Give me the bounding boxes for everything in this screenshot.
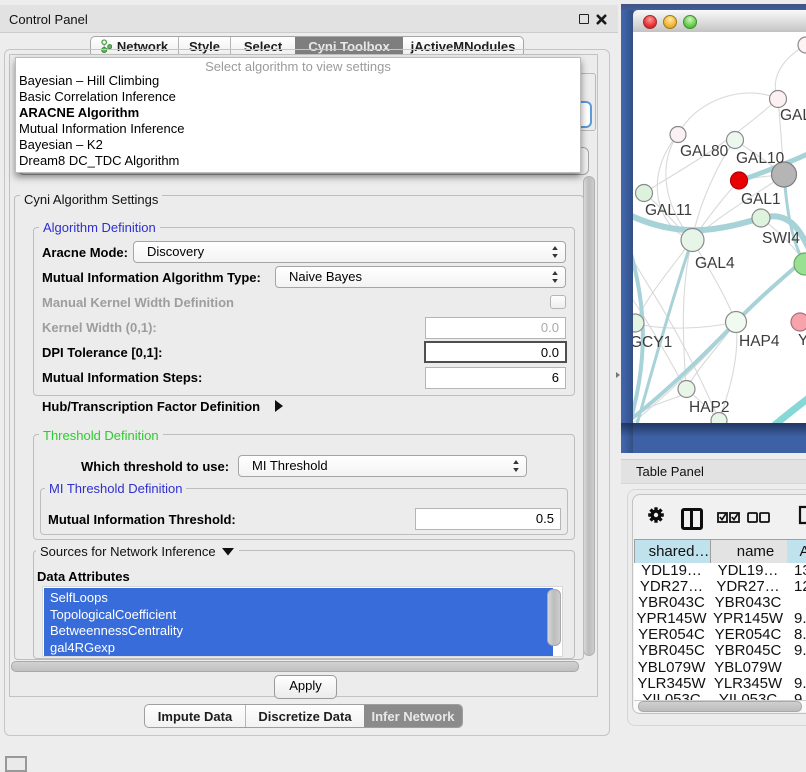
svg-text:GAL4: GAL4 [695, 255, 735, 272]
svg-text:HAP2: HAP2 [689, 399, 730, 416]
svg-text:GAL7: GAL7 [780, 107, 806, 124]
svg-text:GCY1: GCY1 [633, 334, 672, 351]
svg-text:GAL11: GAL11 [645, 202, 692, 219]
svg-text:GAL1: GAL1 [741, 191, 781, 208]
svg-text:SWI4: SWI4 [762, 230, 800, 247]
svg-text:YM: YM [798, 332, 806, 349]
svg-text:GAL10: GAL10 [736, 150, 785, 167]
svg-text:GAL80: GAL80 [680, 143, 729, 160]
svg-text:HAP4: HAP4 [739, 333, 780, 350]
